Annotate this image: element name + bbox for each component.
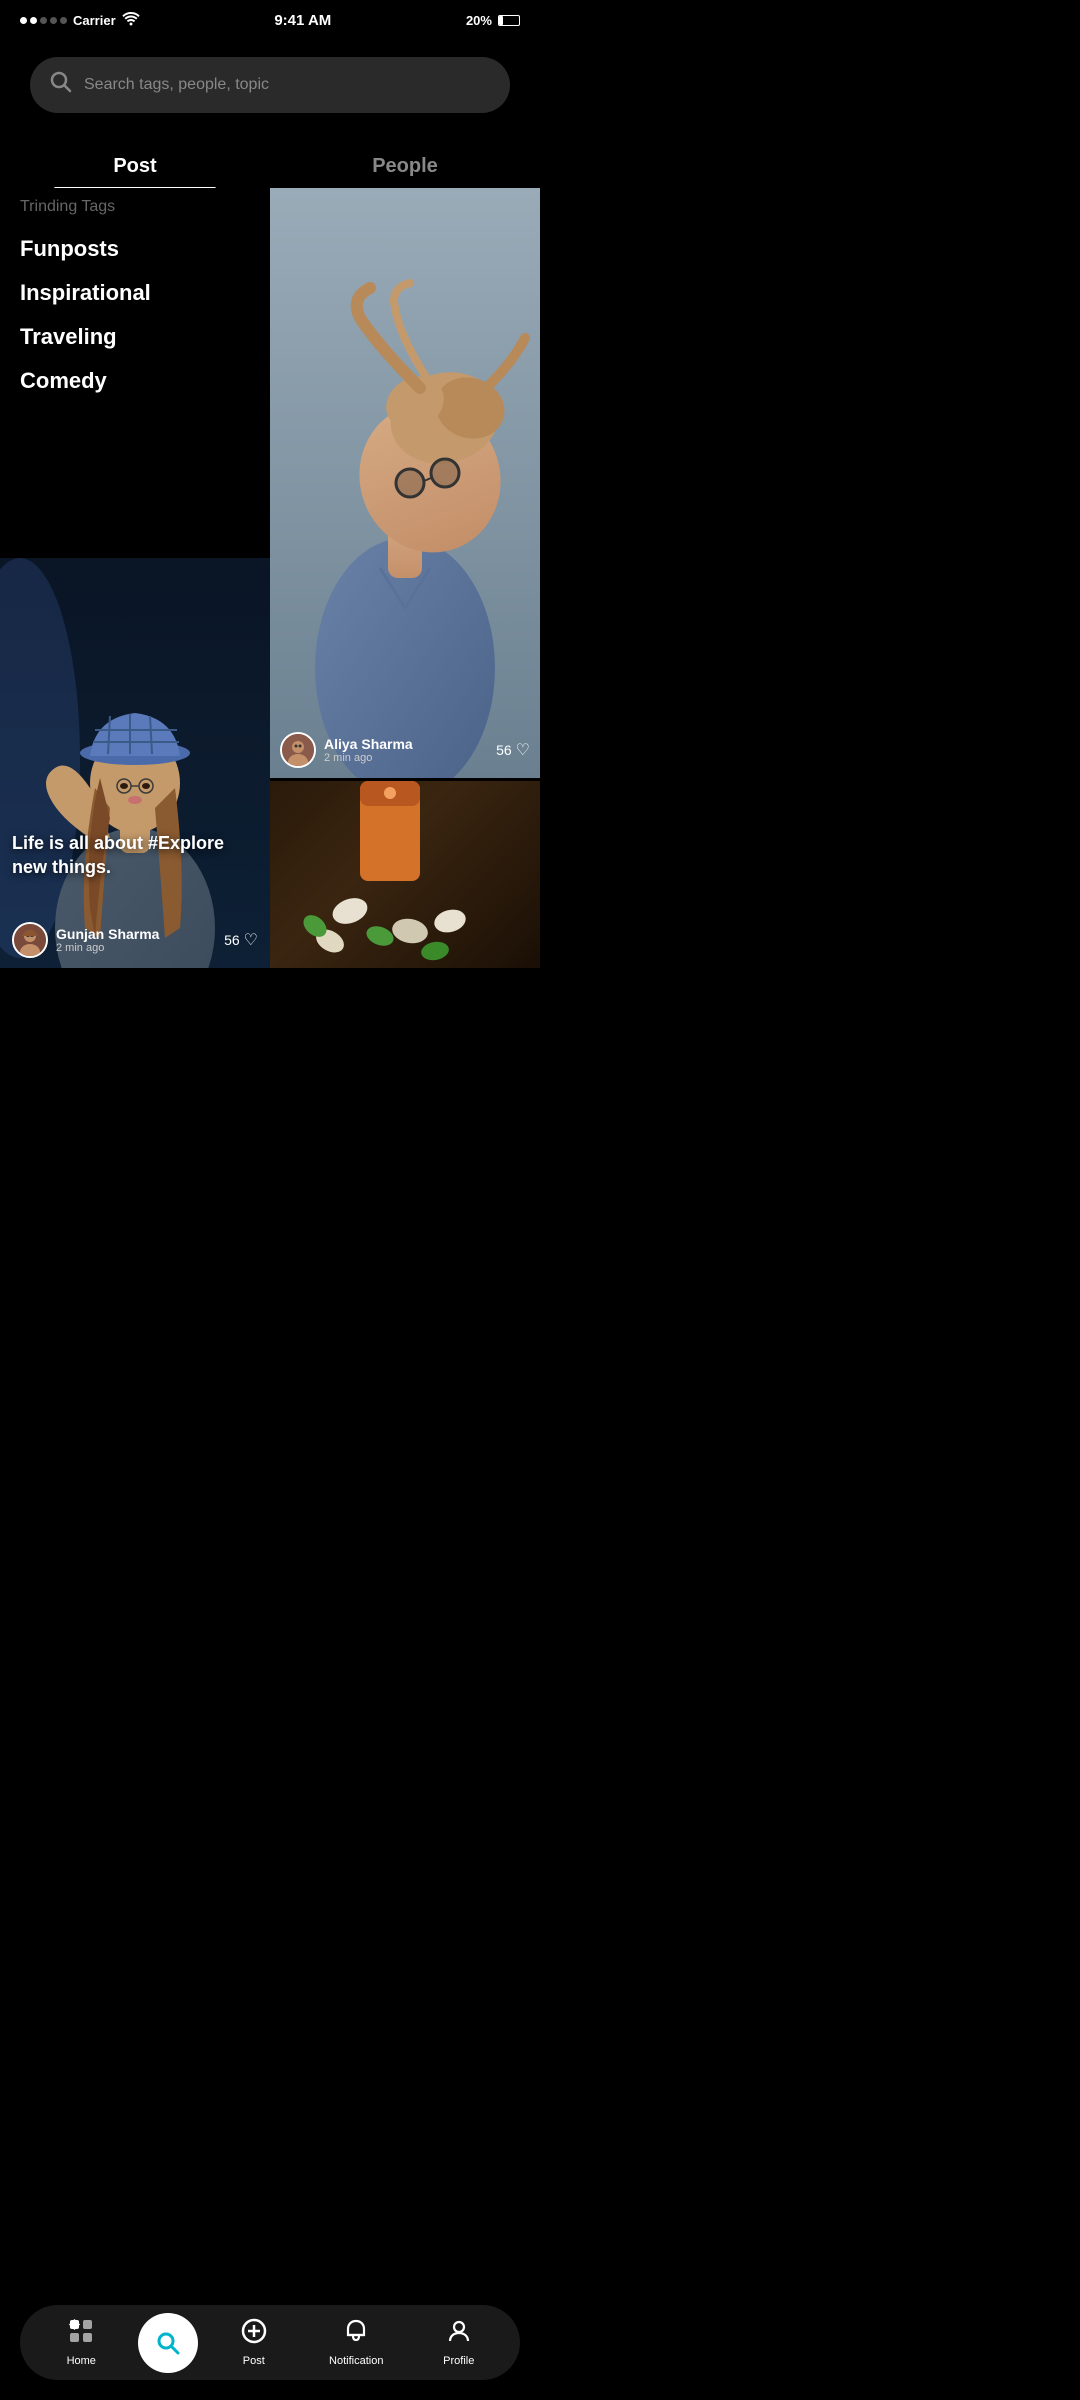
nav-item-post[interactable]: Post: [203, 2318, 306, 2367]
post-quote: Life is all about #Explore new things.: [12, 832, 258, 893]
author-info-right: Aliya Sharma 2 min ago: [280, 732, 413, 768]
heart-icon-right: ♡: [516, 740, 530, 760]
battery-percent: 20%: [466, 13, 492, 28]
status-bar: Carrier 9:41 AM 20%: [0, 0, 540, 37]
battery-fill: [499, 16, 503, 25]
post-card-left[interactable]: Life is all about #Explore new things.: [0, 558, 270, 968]
tag-traveling[interactable]: Traveling: [20, 324, 250, 350]
nav-bar: Home Post: [20, 2305, 520, 2380]
trending-label: Trinding Tags: [20, 198, 250, 216]
nav-label-home: Home: [67, 2355, 96, 2367]
nav-item-search[interactable]: [133, 2313, 203, 2373]
search-placeholder: Search tags, people, topic: [84, 76, 490, 94]
left-photo-image: [0, 558, 270, 968]
status-time: 9:41 AM: [274, 12, 331, 29]
search-button-active[interactable]: [138, 2313, 198, 2373]
post-time-left: 2 min ago: [56, 942, 159, 954]
search-container: Search tags, people, topic: [0, 37, 540, 123]
status-left: Carrier: [20, 12, 140, 29]
signal-dot-3: [40, 17, 47, 24]
author-name-right: Aliya Sharma: [324, 736, 413, 752]
signal-dot-4: [50, 17, 57, 24]
trending-tags-section: Trinding Tags Funposts Inspirational Tra…: [0, 188, 270, 558]
tag-inspirational[interactable]: Inspirational: [20, 280, 250, 306]
bottom-photo-image: [270, 781, 540, 968]
post-quote-text: Life is all about #Explore new things.: [12, 832, 258, 879]
content-area: Trinding Tags Funposts Inspirational Tra…: [0, 188, 540, 968]
nav-item-profile[interactable]: Profile: [408, 2318, 511, 2367]
nav-label-profile: Profile: [443, 2355, 474, 2367]
wifi-icon: [122, 12, 140, 29]
bottom-nav: Home Post: [0, 2300, 540, 2400]
avatar-gunjan: [12, 922, 48, 958]
tab-post[interactable]: Post: [0, 143, 270, 188]
post-card-right-top[interactable]: Aliya Sharma 2 min ago 56 ♡: [270, 188, 540, 778]
profile-icon: [446, 2318, 472, 2351]
signal-dot-1: [20, 17, 27, 24]
like-count-left: 56 ♡: [224, 930, 258, 950]
tag-comedy[interactable]: Comedy: [20, 368, 250, 394]
author-name-left: Gunjan Sharma: [56, 926, 159, 942]
search-bar[interactable]: Search tags, people, topic: [30, 57, 510, 113]
right-photo-image: [270, 188, 540, 778]
signal-dot-5: [60, 17, 67, 24]
nav-item-notification[interactable]: Notification: [305, 2318, 408, 2367]
like-count-right: 56 ♡: [496, 740, 530, 760]
signal-indicator: [20, 17, 67, 24]
post-card-right-footer: Aliya Sharma 2 min ago 56 ♡: [280, 732, 530, 768]
post-card-right-bottom[interactable]: [270, 781, 540, 968]
heart-icon-left: ♡: [244, 930, 258, 950]
signal-dot-2: [30, 17, 37, 24]
post-card-left-footer: Gunjan Sharma 2 min ago 56 ♡: [12, 922, 258, 958]
notification-icon: [343, 2318, 369, 2351]
nav-label-notification: Notification: [329, 2355, 383, 2367]
nav-item-home[interactable]: Home: [30, 2318, 133, 2367]
status-right: 20%: [466, 13, 520, 28]
author-info-left: Gunjan Sharma 2 min ago: [12, 922, 159, 958]
post-time-right: 2 min ago: [324, 752, 413, 764]
battery-icon: [498, 15, 520, 26]
search-icon: [50, 71, 72, 99]
home-icon: [68, 2318, 94, 2351]
carrier-name: Carrier: [73, 13, 116, 28]
tabs: Post People: [0, 123, 540, 188]
avatar-aliya: [280, 732, 316, 768]
nav-label-post: Post: [243, 2355, 265, 2367]
tab-people[interactable]: People: [270, 143, 540, 188]
post-icon: [241, 2318, 267, 2351]
tag-funposts[interactable]: Funposts: [20, 236, 250, 262]
